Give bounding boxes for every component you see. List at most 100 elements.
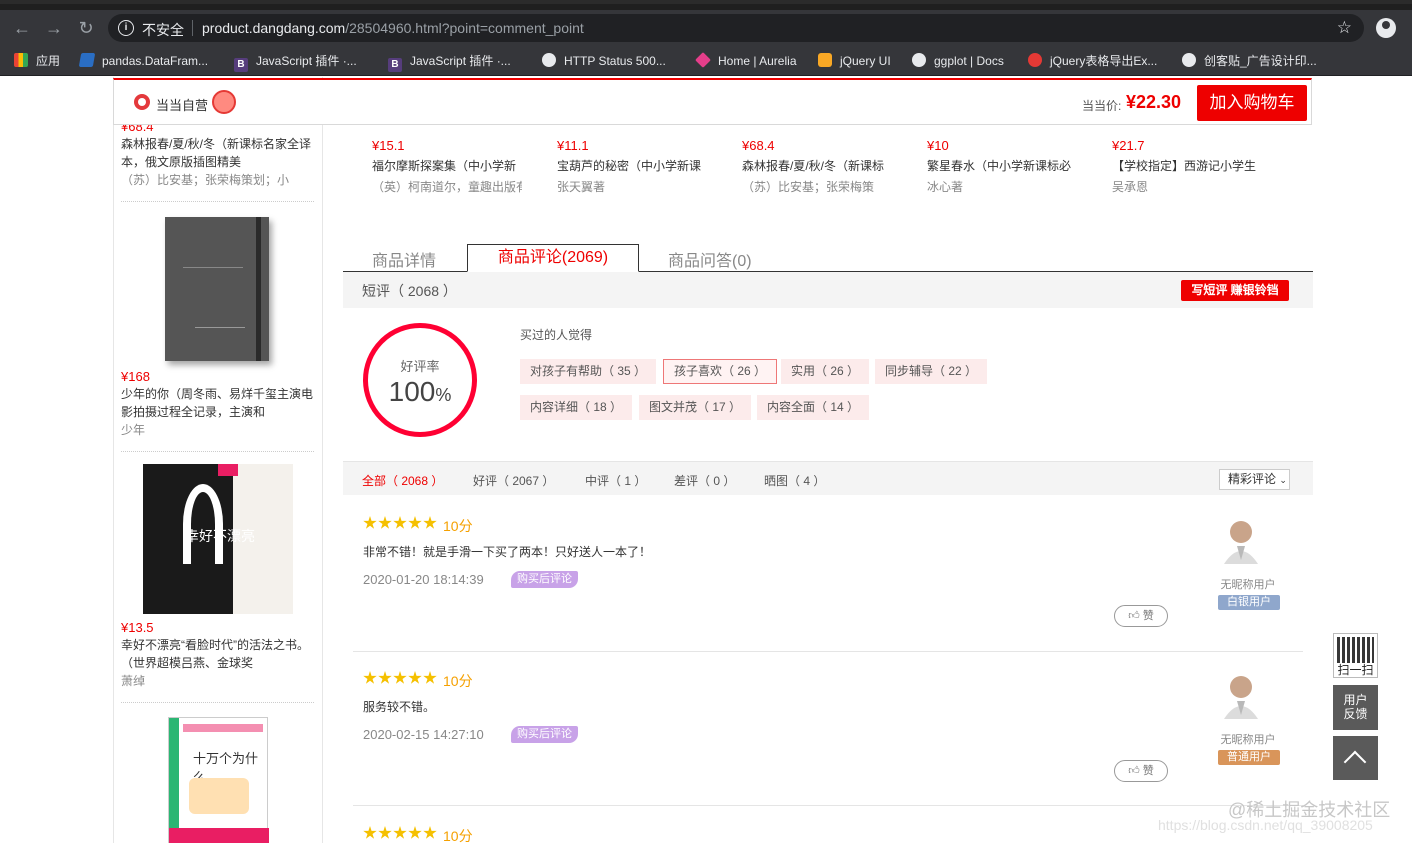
bookmark-star-icon[interactable]: ☆	[1337, 18, 1352, 38]
profile-avatar-icon[interactable]	[1376, 18, 1396, 38]
sort-select[interactable]: 精彩评论 ⌄	[1219, 469, 1290, 490]
globe-icon	[542, 53, 556, 67]
address-bar[interactable]: i 不安全 product.dangdang.com/28504960.html…	[108, 14, 1364, 42]
rec-author: 冰心著	[927, 180, 964, 194]
write-review-button[interactable]: 写短评 赚银铃铛	[1181, 280, 1289, 301]
rec-price: ¥11.1	[557, 138, 589, 153]
feel-tag[interactable]: 同步辅导（ 22 ）	[875, 359, 988, 384]
sidebar-product[interactable]: ¥13.5 幸好不漂亮“看脸时代”的活法之书。（世界超模吕燕、金球奖 萧绰	[121, 620, 314, 690]
book-cover-image[interactable]	[165, 217, 269, 361]
divider	[121, 702, 314, 703]
bookmark-label: ggplot | Docs	[934, 54, 1004, 68]
tab-details[interactable]: 商品详情	[372, 247, 436, 271]
filter-all[interactable]: 全部（ 2068 ）	[362, 472, 443, 489]
star-icon	[393, 516, 407, 529]
url-path: /28504960.html?point=comment_point	[345, 20, 584, 36]
book-cover-image[interactable]: 十万个为什么	[168, 717, 269, 843]
back-arrow-icon[interactable]: ←	[12, 18, 32, 38]
product-title[interactable]: 森林报春/夏/秋/冬（新课标名家全译本，俄文原版插图精美	[121, 135, 314, 171]
bookmark-ggplot[interactable]: ggplot | Docs	[912, 53, 1004, 69]
browser-toolbar: ← → ↻ i 不安全 product.dangdang.com/2850496…	[0, 10, 1412, 46]
qr-scan-widget[interactable]: 扫一扫	[1333, 633, 1378, 678]
apps-grid-icon	[14, 53, 28, 67]
recommended-item[interactable]: ¥15.1 福尔摩斯探案集（中小学新 （英）柯南道尔，童趣出版有	[372, 138, 522, 195]
filter-photos[interactable]: 晒图（ 4 ）	[764, 472, 825, 489]
bookmark-pandas[interactable]: pandas.DataFram...	[78, 53, 208, 69]
rate-number: 100	[388, 376, 436, 407]
bookmark-chuangketie[interactable]: 创客贴_广告设计印...	[1182, 53, 1317, 69]
back-to-top-button[interactable]	[1333, 736, 1378, 780]
like-button[interactable]: 👍︎ 赞	[1114, 760, 1168, 782]
recommended-item[interactable]: ¥10 繁星春水（中小学新课标必 冰心著	[927, 138, 1077, 195]
filter-neutral[interactable]: 中评（ 1 ）	[585, 472, 646, 489]
star-icon	[408, 826, 422, 839]
divider	[353, 651, 1303, 652]
red-circle-icon	[1028, 53, 1042, 67]
sidebar-product[interactable]: ¥68.4 森林报春/夏/秋/冬（新课标名家全译本，俄文原版插图精美 （苏）比安…	[121, 119, 314, 189]
bookmark-label: JavaScript 插件 ·...	[256, 54, 357, 68]
bookmark-aurelia[interactable]: Home | Aurelia	[695, 52, 797, 69]
feedback-button[interactable]: 用户 反馈	[1333, 685, 1378, 730]
rec-author: 吴承恩	[1112, 180, 1149, 194]
rec-author: 张天翼著	[557, 180, 606, 194]
page-content: ¥68.4 森林报春/夏/秋/冬（新课标名家全译本，俄文原版插图精美 （苏）比安…	[0, 77, 1412, 843]
bookmark-http-status[interactable]: HTTP Status 500...	[542, 53, 666, 69]
star-rating	[363, 826, 438, 842]
globe-icon	[912, 53, 926, 67]
recommended-item[interactable]: ¥21.7 【学校指定】西游记小学生 吴承恩	[1112, 138, 1262, 195]
filter-negative[interactable]: 差评（ 0 ）	[674, 472, 735, 489]
star-icon	[423, 516, 437, 529]
user-name: 无昵称用户	[1220, 734, 1276, 746]
product-title[interactable]: 少年的你（周冬雨、易烊千玺主演电影拍摄过程全记录，主演和	[121, 385, 314, 421]
bookmark-jquery-export[interactable]: jQuery表格导出Ex...	[1028, 53, 1157, 69]
url-host: product.dangdang.com	[202, 20, 346, 36]
sort-value: 精彩评论	[1228, 472, 1277, 486]
feel-tag[interactable]: 内容全面（ 14 ）	[757, 395, 870, 420]
forward-arrow-icon[interactable]: →	[44, 18, 64, 38]
bookmark-javascript-2[interactable]: B JavaScript 插件 ·...	[388, 53, 511, 72]
feel-tag[interactable]: 对孩子有帮助（ 35 ）	[520, 359, 657, 384]
rec-title[interactable]: 森林报春/夏/秋/冬（新课标	[742, 157, 892, 174]
rec-title[interactable]: 【学校指定】西游记小学生	[1112, 157, 1262, 174]
feel-tag[interactable]: 孩子喜欢（ 26 ）	[663, 359, 778, 384]
bookmark-javascript-1[interactable]: B JavaScript 插件 ·...	[234, 53, 357, 72]
url-text[interactable]: product.dangdang.com/28504960.html?point…	[202, 20, 584, 36]
feel-tag[interactable]: 内容详细（ 18 ）	[520, 395, 633, 420]
star-rating	[363, 516, 438, 532]
add-to-cart-button[interactable]: 加入购物车	[1197, 85, 1307, 121]
tab-qa[interactable]: 商品问答(0)	[668, 247, 752, 271]
reload-icon[interactable]: ↻	[76, 18, 96, 38]
recommended-item[interactable]: ¥11.1 宝葫芦的秘密（中小学新课 张天翼著	[557, 138, 707, 195]
bookmark-label: jQuery表格导出Ex...	[1050, 54, 1158, 68]
price-label: 当当价:	[1082, 99, 1122, 113]
feel-tag[interactable]: 图文并茂（ 17 ）	[639, 395, 752, 420]
divider	[121, 451, 314, 452]
divider	[353, 805, 1303, 806]
bookmark-label: 应用	[36, 54, 61, 68]
info-icon[interactable]: i	[118, 20, 134, 36]
insecure-label: 不安全	[142, 22, 184, 38]
rec-title[interactable]: 福尔摩斯探案集（中小学新	[372, 157, 522, 174]
positive-rate-value: 100%	[368, 376, 472, 408]
rec-title[interactable]: 宝葫芦的秘密（中小学新课	[557, 157, 707, 174]
book-cover-title: 幸好不漂亮	[185, 528, 255, 544]
bookmark-label: JavaScript 插件 ·...	[410, 54, 511, 68]
divider	[121, 201, 314, 202]
divider	[192, 20, 193, 36]
feel-tag[interactable]: 实用（ 26 ）	[781, 359, 870, 384]
filter-positive[interactable]: 好评（ 2067 ）	[473, 472, 554, 489]
star-icon	[408, 671, 422, 684]
bookmark-apps[interactable]: 应用	[14, 53, 60, 69]
like-button[interactable]: 👍︎ 赞	[1114, 605, 1168, 627]
short-review-bar: 短评（ 2068 ） 写短评 赚银铃铛	[343, 272, 1313, 308]
sidebar-product[interactable]: ¥168 少年的你（周冬雨、易烊千玺主演电影拍摄过程全记录，主演和 少年	[121, 369, 314, 439]
product-title[interactable]: 幸好不漂亮“看脸时代”的活法之书。（世界超模吕燕、金球奖	[121, 636, 314, 672]
rec-title[interactable]: 繁星春水（中小学新课标必	[927, 157, 1077, 174]
book-cover-image[interactable]: 幸好不漂亮	[143, 464, 293, 614]
star-rating	[363, 671, 438, 687]
bookmark-jquery-ui[interactable]: jQuery UI	[818, 53, 891, 69]
star-icon	[423, 826, 437, 839]
recommended-item[interactable]: ¥68.4 森林报春/夏/秋/冬（新课标 （苏）比安基；张荣梅策	[742, 138, 892, 195]
scan-label: 扫一扫	[1337, 663, 1374, 677]
tab-comments[interactable]: 商品评论(2069)	[467, 244, 639, 272]
